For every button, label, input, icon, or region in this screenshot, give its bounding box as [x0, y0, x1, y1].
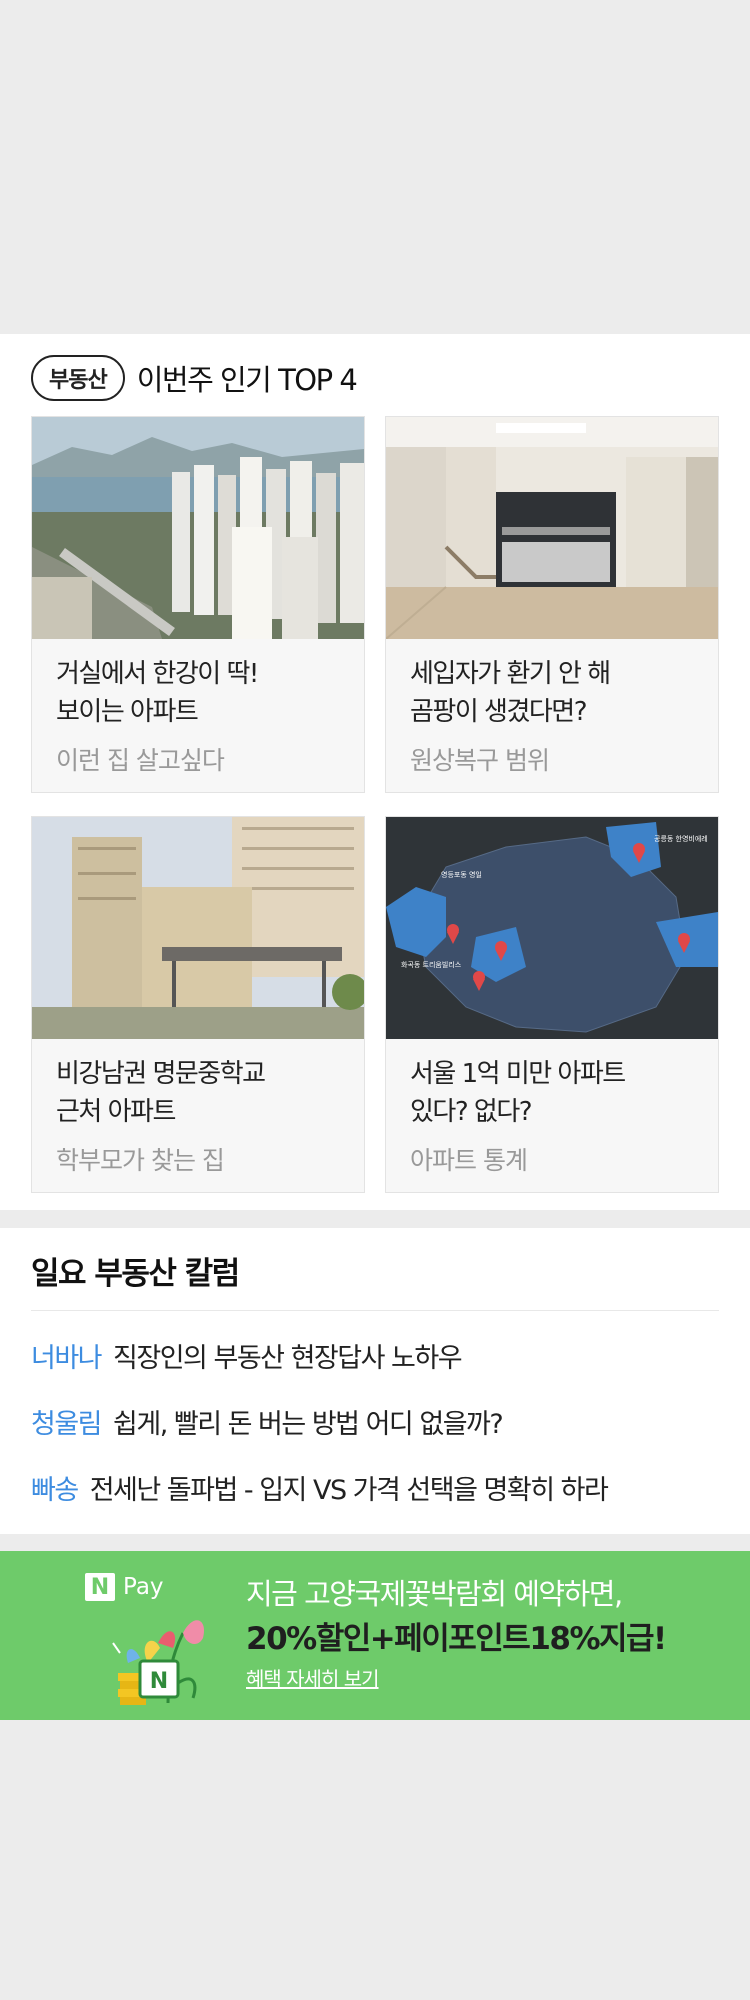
card-subtitle: 아파트 통계 — [410, 1146, 528, 1175]
map-label: 영등포동 영일 — [441, 870, 482, 879]
banner-headline: 지금 고양국제꽃박람회 예약하면, — [246, 1577, 623, 1611]
divider — [31, 1310, 719, 1311]
section-title: 이번주 인기 TOP 4 — [136, 363, 358, 397]
column-item[interactable]: 청울림 쉽게, 빨리 돈 버는 방법 어디 없을까? — [31, 1402, 504, 1441]
npay-promo-banner[interactable]: N Pay N 지금 고양국제꽃박람회 예약하면, 20%할인+페이포인트18%… — [0, 1551, 750, 1720]
column-item[interactable]: 너바나 직장인의 부동산 현장답사 노하우 — [31, 1336, 463, 1375]
sunday-column-section: 일요 부동산 칼럼 너바나 직장인의 부동산 현장답사 노하우 청울림 쉽게, 빨리… — [0, 1228, 750, 1534]
map-label: 공릉동 한영비에레 — [654, 834, 708, 843]
column-section-title: 일요 부동산 칼럼 — [31, 1256, 240, 1292]
flower-coin-illustration-icon: N — [98, 1603, 218, 1713]
banner-details-link[interactable]: 혜택 자세히 보기 — [246, 1663, 380, 1692]
column-headline: 직장인의 부동산 현장답사 노하우 — [113, 1343, 463, 1374]
realestate-badge[interactable]: 부동산 — [31, 355, 125, 401]
svg-text:N: N — [150, 1669, 168, 1694]
article-card-hangang[interactable]: 거실에서 한강이 딱! 보이는 아파트 이런 집 살고싶다 — [31, 416, 365, 793]
card-title: 세입자가 환기 안 해 곰팡이 생겼다면? — [410, 659, 611, 727]
article-card-school[interactable]: 비강남권 명문중학교 근처 아파트 학부모가 찾는 집 — [31, 816, 365, 1193]
card-title: 서울 1억 미만 아파트 있다? 없다? — [410, 1059, 626, 1127]
card-title: 거실에서 한강이 딱! 보이는 아파트 — [56, 659, 259, 727]
column-headline: 전세난 돌파법 - 입지 VS 가격 선택을 명확히 하라 — [89, 1475, 609, 1506]
column-item[interactable]: 빠송 전세난 돌파법 - 입지 VS 가격 선택을 명확히 하라 — [31, 1468, 609, 1507]
column-author: 빠송 — [31, 1475, 79, 1506]
banner-offer: 20%할인+페이포인트18%지급! — [246, 1621, 667, 1657]
card-subtitle: 원상복구 범위 — [410, 746, 550, 775]
column-author: 청울림 — [31, 1409, 103, 1440]
column-author: 너바나 — [31, 1343, 103, 1374]
pay-text: Pay — [123, 1574, 164, 1600]
card-subtitle: 학부모가 찾는 집 — [56, 1146, 225, 1175]
npay-logo: N Pay — [85, 1573, 164, 1601]
section-header: 부동산 이번주 인기 TOP 4 — [31, 355, 358, 401]
card-title: 비강남권 명문중학교 근처 아파트 — [56, 1059, 266, 1127]
article-card-seoul-map[interactable]: 공릉동 한영비에레 영등포동 영일 화곡동 트리움빌리스 서울 1억 미만 아파… — [385, 816, 719, 1193]
seoul-map-image: 공릉동 한영비에레 영등포동 영일 화곡동 트리움빌리스 — [386, 817, 718, 1039]
empty-room-image — [386, 417, 718, 639]
card-subtitle: 이런 집 살고싶다 — [56, 746, 225, 775]
article-card-mold[interactable]: 세입자가 환기 안 해 곰팡이 생겼다면? 원상복구 범위 — [385, 416, 719, 793]
apartment-view-image — [32, 417, 364, 639]
realestate-top4-section: 부동산 이번주 인기 TOP 4 거실에서 한강이 딱! 보이는 아파트 이런 … — [0, 334, 750, 1210]
column-headline: 쉽게, 빨리 돈 버는 방법 어디 없을까? — [113, 1409, 504, 1440]
school-building-image — [32, 817, 364, 1039]
map-label: 화곡동 트리움빌리스 — [401, 960, 462, 969]
naver-n-icon: N — [85, 1573, 115, 1601]
